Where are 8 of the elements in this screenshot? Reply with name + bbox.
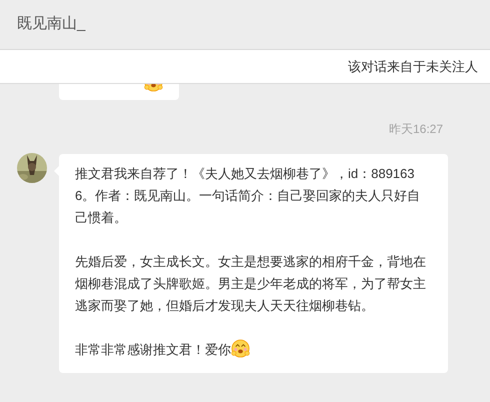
timestamp: 昨天16:27	[388, 121, 443, 138]
message-text: 推文君我来自荐了！《夫人她又去烟柳巷了》，id：8891636。作者：既见南山。一句话简介：自己娶回家的夫人只好自己惯着。	[75, 165, 422, 227]
message-text: 先婚后爱，女主成长文。女主是想要逃家的相府千金，背地在烟柳巷混成了头牌歌姬。男主是少年老成的将军，为了帮女主逃家而娶了她，但婚后才发现夫人天天往烟柳巷钻。	[75, 253, 427, 315]
message-text: 非常非常感谢推文君！爱你	[75, 339, 432, 361]
emoji-icon	[144, 84, 163, 92]
notice-text: 该对话来自于未关注人	[348, 58, 478, 76]
chat-title: 既见南山_	[17, 14, 86, 34]
emoji-icon	[231, 339, 250, 358]
